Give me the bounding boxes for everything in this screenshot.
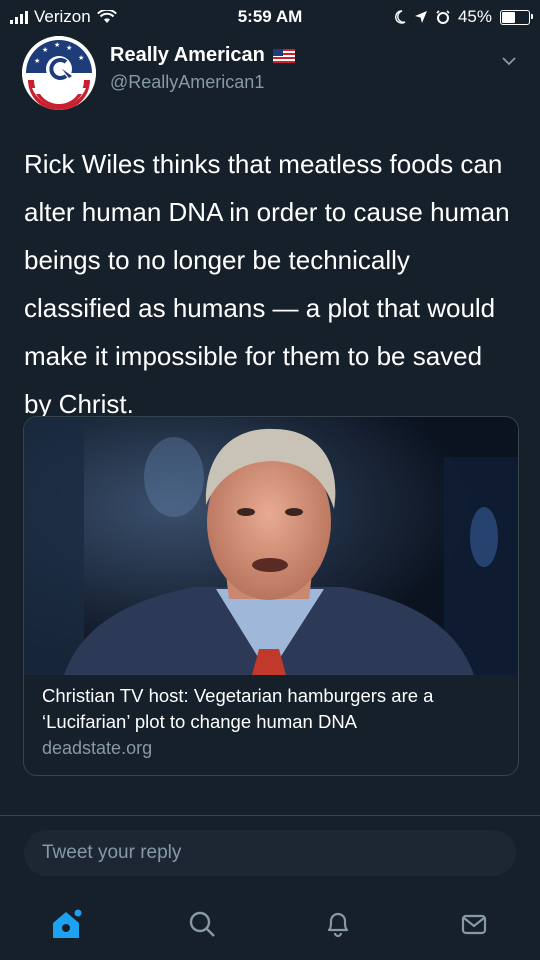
tab-messages[interactable] [454,904,494,944]
svg-text:★: ★ [66,44,72,52]
location-arrow-icon [414,11,427,23]
svg-text:★: ★ [54,41,60,49]
home-icon [53,909,82,938]
battery-icon [500,9,533,25]
alarm-icon [436,10,450,24]
card-body[interactable]: Christian TV host: Vegetarian hamburgers… [42,683,504,761]
chevron-down-icon[interactable] [500,52,518,70]
link-card[interactable]: Christian TV host: Vegetarian hamburgers… [23,416,519,776]
tab-home[interactable] [46,904,86,944]
battery-percent: 45% [457,7,492,26]
card-title[interactable]: Christian TV host: Vegetarian hamburgers… [42,683,504,735]
reply-input[interactable] [24,830,516,876]
svg-text:★: ★ [42,46,48,54]
author-name[interactable]: Really American [110,44,265,67]
status-right: 45% [394,7,533,27]
divider [0,815,540,816]
card-domain[interactable]: deadstate.org [42,735,504,761]
author-name-row[interactable]: Really American [110,44,295,67]
tweet-text: Rick Wiles thinks that meatless foods ca… [24,149,510,419]
card-photo [24,417,518,675]
svg-text:★: ★ [34,57,40,65]
svg-text:★: ★ [78,54,84,62]
avatar[interactable]: ★ ★ ★ ★ ★ [22,36,96,110]
tab-search[interactable] [182,904,222,944]
really-american-logo: ★ ★ ★ ★ ★ [22,36,96,110]
tab-notifications[interactable] [318,904,358,944]
moon-icon [394,10,406,24]
search-icon [189,911,215,937]
battery-fill [502,11,515,23]
notifications-icon [327,912,349,938]
author-handle[interactable]: @ReallyAmerican1 [110,72,264,93]
bottom-tab-bar [0,890,540,960]
messages-icon [461,914,487,935]
card-image[interactable] [24,417,518,675]
status-bar: Verizon 5:59 AM 45% [0,0,540,34]
us-flag-icon [272,48,295,63]
